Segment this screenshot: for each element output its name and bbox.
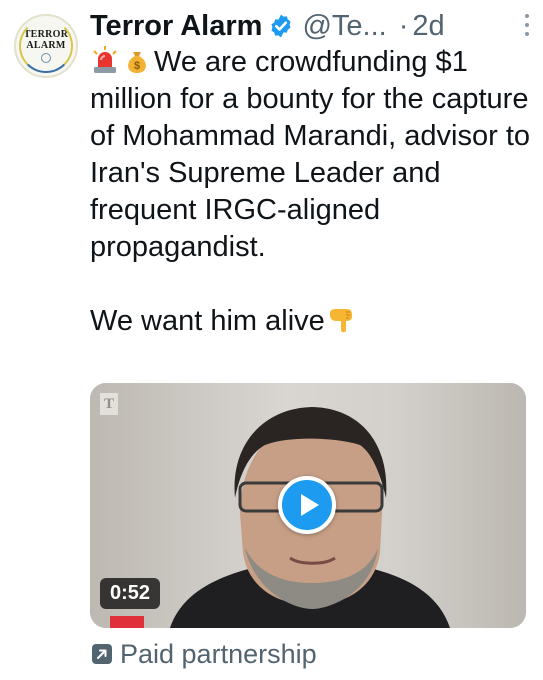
- watermark-logo: T: [100, 393, 118, 415]
- play-button[interactable]: [278, 476, 336, 534]
- video-player[interactable]: T 0:52: [90, 383, 526, 628]
- svg-text:$: $: [134, 60, 140, 72]
- police-light-emoji: [93, 46, 117, 73]
- avatar-ring: [19, 19, 73, 73]
- tweet-text-main: We are crowdfunding $1 million for a bou…: [90, 46, 531, 263]
- tweet-timestamp[interactable]: 2d: [412, 10, 444, 43]
- paid-partnership-text: Paid partnership: [120, 638, 317, 669]
- author-handle[interactable]: @Te...: [302, 10, 386, 43]
- header-separator: ·: [398, 9, 409, 42]
- pointing-down-emoji: [329, 309, 352, 333]
- tweet-text-second: We want him alive: [90, 305, 325, 337]
- paid-partnership-label[interactable]: Paid partnership: [92, 637, 317, 671]
- author-name[interactable]: Terror Alarm: [90, 10, 262, 43]
- money-bag-emoji: $: [128, 52, 146, 73]
- author-avatar[interactable]: TERROR ALARM: [14, 14, 78, 78]
- more-options-icon[interactable]: [525, 14, 531, 36]
- tweet-text: $ We are crowdfunding $1 million for a b…: [90, 44, 535, 340]
- verified-badge-icon: [271, 14, 291, 38]
- external-arrow-icon: [92, 644, 112, 664]
- play-icon: [300, 494, 319, 516]
- tweet-header: Terror Alarm @Te... · 2d: [90, 6, 533, 46]
- live-indicator: [110, 616, 144, 628]
- video-duration-badge: 0:52: [100, 578, 161, 609]
